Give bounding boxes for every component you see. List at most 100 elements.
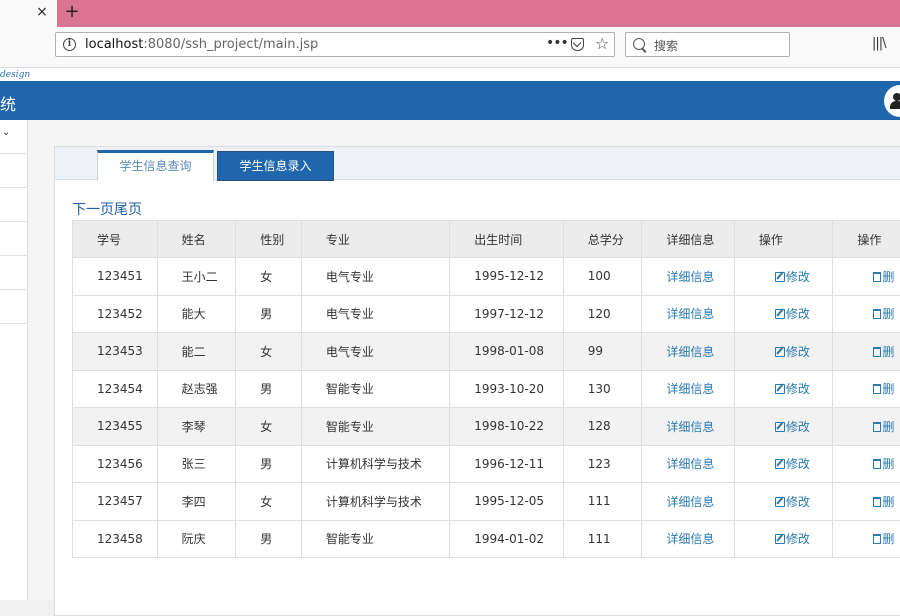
table-header-row: 学号 姓名 性别 专业 出生时间 总学分 详细信息 操作 操作 bbox=[73, 221, 900, 258]
cell-credits: 111 bbox=[563, 520, 642, 558]
edit-link[interactable]: 修改 bbox=[775, 345, 810, 359]
edit-label: 修改 bbox=[786, 457, 810, 471]
trash-icon bbox=[873, 497, 881, 507]
edit-link[interactable]: 修改 bbox=[775, 532, 810, 546]
cell-credits: 99 bbox=[563, 333, 642, 371]
edit-link[interactable]: 修改 bbox=[775, 420, 810, 434]
chevron-down-icon[interactable]: ⌄ bbox=[2, 127, 10, 138]
cell-name: 能大 bbox=[157, 295, 236, 333]
url-bar[interactable]: i localhost:8080/ssh_project/main.jsp ••… bbox=[55, 32, 615, 57]
cell-gender: 女 bbox=[236, 333, 302, 371]
detail-link[interactable]: 详细信息 bbox=[666, 382, 714, 396]
cell-major: 智能专业 bbox=[301, 520, 449, 558]
cell-gender: 男 bbox=[236, 295, 302, 333]
cell-id: 123458 bbox=[73, 520, 158, 558]
detail-link[interactable]: 详细信息 bbox=[666, 307, 714, 321]
app-logo: design bbox=[0, 70, 30, 80]
edit-link[interactable]: 修改 bbox=[775, 270, 810, 284]
detail-link[interactable]: 详细信息 bbox=[666, 420, 714, 434]
cell-id: 123453 bbox=[73, 333, 158, 371]
cell-gender: 男 bbox=[236, 520, 302, 558]
column-header-name: 姓名 bbox=[157, 221, 236, 258]
edit-label: 修改 bbox=[786, 270, 810, 284]
detail-link[interactable]: 详细信息 bbox=[666, 457, 714, 471]
library-icon[interactable]: |||\ bbox=[872, 36, 886, 51]
search-bar[interactable]: 搜索 bbox=[625, 32, 790, 57]
browser-tab[interactable]: × bbox=[0, 0, 57, 27]
edit-link[interactable]: 修改 bbox=[775, 307, 810, 321]
table-row: 123456 张三 男 计算机科学与技术 1996-12-11 123 详细信息… bbox=[73, 445, 900, 483]
cell-credits: 128 bbox=[563, 408, 642, 446]
trash-icon bbox=[873, 459, 881, 469]
page-actions-icon[interactable]: ••• bbox=[546, 35, 568, 51]
new-tab-icon[interactable]: + bbox=[63, 2, 81, 22]
edit-icon bbox=[775, 422, 785, 432]
last-page-link[interactable]: 尾页 bbox=[114, 202, 142, 218]
cell-birth: 1993-10-20 bbox=[450, 370, 564, 408]
search-input[interactable]: 搜索 bbox=[654, 37, 678, 54]
cell-id: 123452 bbox=[73, 295, 158, 333]
edit-icon bbox=[775, 534, 785, 544]
edit-icon bbox=[775, 272, 785, 282]
cell-major: 智能专业 bbox=[301, 370, 449, 408]
column-header-id: 学号 bbox=[73, 221, 158, 258]
detail-link[interactable]: 详细信息 bbox=[666, 345, 714, 359]
column-header-gender: 性别 bbox=[236, 221, 302, 258]
sidebar-item[interactable] bbox=[0, 290, 28, 324]
bookmark-star-icon[interactable]: ☆ bbox=[595, 34, 609, 53]
cell-name: 阮庆 bbox=[157, 520, 236, 558]
table-row: 123457 李四 女 计算机科学与技术 1995-12-05 111 详细信息… bbox=[73, 483, 900, 521]
delete-label: 删 bbox=[882, 532, 894, 546]
delete-label: 删 bbox=[882, 457, 894, 471]
close-tab-icon[interactable]: × bbox=[35, 4, 49, 20]
next-page-link[interactable]: 下一页 bbox=[72, 202, 114, 218]
table-row: 123451 王小二 女 电气专业 1995-12-12 100 详细信息 修改… bbox=[73, 258, 900, 296]
delete-link[interactable]: 删 bbox=[873, 495, 894, 509]
table-row: 123458 阮庆 男 智能专业 1994-01-02 111 详细信息 修改 … bbox=[73, 520, 900, 558]
column-header-major: 专业 bbox=[301, 221, 449, 258]
column-header-delete: 操作 bbox=[833, 221, 900, 258]
tab-student-query[interactable]: 学生信息查询 bbox=[97, 150, 214, 181]
detail-link[interactable]: 详细信息 bbox=[666, 495, 714, 509]
cell-name: 李四 bbox=[157, 483, 236, 521]
delete-link[interactable]: 删 bbox=[873, 307, 894, 321]
url-host: localhost bbox=[85, 37, 143, 52]
edit-label: 修改 bbox=[786, 495, 810, 509]
sidebar-item[interactable] bbox=[0, 154, 28, 188]
delete-link[interactable]: 删 bbox=[873, 270, 894, 284]
cell-name: 能二 bbox=[157, 333, 236, 371]
delete-link[interactable]: 删 bbox=[873, 457, 894, 471]
tab-student-entry[interactable]: 学生信息录入 bbox=[217, 151, 334, 181]
user-avatar-icon[interactable] bbox=[884, 85, 900, 117]
cell-birth: 1996-12-11 bbox=[450, 445, 564, 483]
sidebar-item[interactable] bbox=[0, 256, 28, 290]
trash-icon bbox=[873, 534, 881, 544]
cell-id: 123455 bbox=[73, 408, 158, 446]
sidebar-item[interactable] bbox=[0, 188, 28, 222]
cell-major: 电气专业 bbox=[301, 258, 449, 296]
column-header-birth: 出生时间 bbox=[450, 221, 564, 258]
delete-label: 删 bbox=[882, 307, 894, 321]
delete-link[interactable]: 删 bbox=[873, 382, 894, 396]
edit-icon bbox=[775, 309, 785, 319]
delete-label: 删 bbox=[882, 270, 894, 284]
edit-link[interactable]: 修改 bbox=[775, 382, 810, 396]
sidebar-item[interactable] bbox=[0, 222, 28, 256]
site-info-icon[interactable]: i bbox=[63, 38, 76, 51]
pocket-icon[interactable] bbox=[571, 38, 584, 51]
delete-link[interactable]: 删 bbox=[873, 420, 894, 434]
trash-icon bbox=[873, 384, 881, 394]
cell-major: 电气专业 bbox=[301, 333, 449, 371]
delete-link[interactable]: 删 bbox=[873, 345, 894, 359]
edit-icon bbox=[775, 384, 785, 394]
url-text[interactable]: localhost:8080/ssh_project/main.jsp bbox=[85, 37, 318, 52]
edit-link[interactable]: 修改 bbox=[775, 495, 810, 509]
column-header-detail: 详细信息 bbox=[642, 221, 735, 258]
edit-label: 修改 bbox=[786, 345, 810, 359]
cell-credits: 120 bbox=[563, 295, 642, 333]
detail-link[interactable]: 详细信息 bbox=[666, 532, 714, 546]
detail-link[interactable]: 详细信息 bbox=[666, 270, 714, 284]
delete-link[interactable]: 删 bbox=[873, 532, 894, 546]
edit-link[interactable]: 修改 bbox=[775, 457, 810, 471]
delete-label: 删 bbox=[882, 495, 894, 509]
